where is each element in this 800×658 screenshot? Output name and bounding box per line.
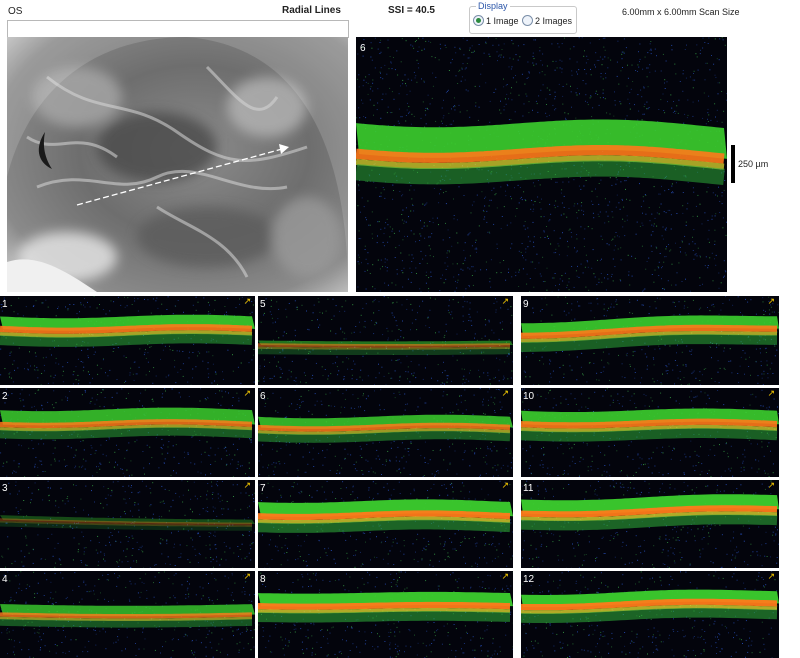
scan-direction-arrow-icon: ↗ [767,480,775,490]
oct-thumbnail-3[interactable]: 3 ↗ [0,480,255,568]
display-group-label: Display [476,1,510,11]
oct-thumbnail-graphic [258,296,513,385]
oct-thumbnail-6[interactable]: 6 ↗ [258,388,513,477]
oct-thumbnail-12[interactable]: 12 ↗ [521,571,779,658]
thumbnail-number: 4 [2,574,8,585]
scan-direction-arrow-icon: ↗ [767,296,775,306]
display-2-images-label: 2 Images [535,15,573,26]
main-oct-scan[interactable]: 6 [356,37,727,292]
oct-thumbnail-8[interactable]: 8 ↗ [258,571,513,658]
oct-thumbnail-9[interactable]: 9 ↗ [521,296,779,385]
thumbnail-number: 5 [260,299,266,310]
scan-size-label: 6.00mm x 6.00mm Scan Size [622,7,740,17]
fundus-graphic [7,37,348,292]
display-2-images-radio[interactable]: 2 Images [522,15,572,26]
thumbnail-number: 10 [523,391,535,402]
eye-label: OS [8,6,23,17]
thumbnail-number: 1 [2,299,8,310]
oct-thumbnail-5[interactable]: 5 ↗ [258,296,513,385]
thumbnail-number: 8 [260,574,266,585]
scan-direction-arrow-icon: ↗ [243,480,251,490]
thumbnail-number: 11 [523,483,534,494]
main-oct-graphic [356,37,727,292]
scan-direction-arrow-icon: ↗ [501,480,509,490]
thumbnail-number: 7 [260,483,266,494]
main-scan-number: 6 [360,43,366,54]
scan-direction-arrow-icon: ↗ [501,388,509,398]
oct-thumbnail-graphic [0,571,255,658]
oct-thumbnail-graphic [258,480,513,568]
scan-direction-arrow-icon: ↗ [767,388,775,398]
fundus-toolbar [7,20,349,38]
oct-thumbnail-graphic [521,388,779,477]
ssi-value: SSI = 40.5 [388,5,435,16]
scale-bar [731,145,735,183]
oct-thumbnail-graphic [521,296,779,385]
scan-direction-arrow-icon: ↗ [243,571,251,581]
oct-thumbnail-graphic [521,571,779,658]
display-1-image-label: 1 Image [486,15,519,26]
oct-thumbnail-graphic [0,388,255,477]
oct-thumbnail-2[interactable]: 2 ↗ [0,388,255,477]
thumbnail-number: 2 [2,391,8,402]
fundus-image[interactable] [7,37,348,292]
oct-thumbnail-10[interactable]: 10 ↗ [521,388,779,477]
oct-thumbnail-graphic [521,480,779,568]
oct-thumbnail-11[interactable]: 11 ↗ [521,480,779,568]
oct-thumbnail-1[interactable]: 1 ↗ [0,296,255,385]
scan-direction-arrow-icon: ↗ [767,571,775,581]
scan-direction-arrow-icon: ↗ [243,296,251,306]
oct-thumbnail-graphic [0,480,255,568]
scan-mode-title: Radial Lines [282,5,341,16]
radio-unselected-icon [522,15,533,26]
scale-label: 250 µm [738,159,769,169]
thumbnail-number: 6 [260,391,266,402]
oct-thumbnail-4[interactable]: 4 ↗ [0,571,255,658]
thumbnail-number: 12 [523,574,535,585]
thumbnail-number: 9 [523,299,529,310]
scan-direction-arrow-icon: ↗ [243,388,251,398]
scan-direction-arrow-icon: ↗ [501,571,509,581]
scan-direction-arrow-icon: ↗ [501,296,509,306]
thumbnail-number: 3 [2,483,8,494]
oct-thumbnail-graphic [258,388,513,477]
oct-thumbnail-graphic [258,571,513,658]
oct-thumbnail-7[interactable]: 7 ↗ [258,480,513,568]
oct-thumbnail-graphic [0,296,255,385]
radio-selected-icon [473,15,484,26]
display-1-image-radio[interactable]: 1 Image [473,15,519,26]
